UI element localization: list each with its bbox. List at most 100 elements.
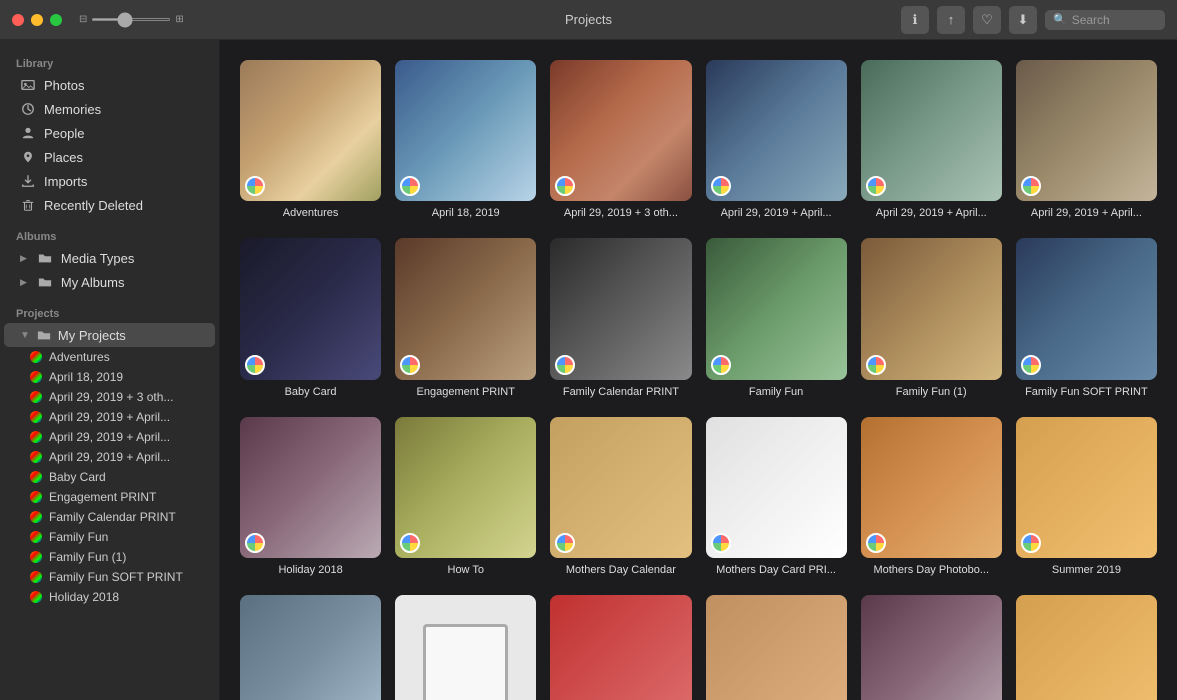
sidebar-item-imports[interactable]: Imports	[4, 169, 215, 193]
projects-section-label: Projects	[0, 302, 219, 323]
project-badge	[1021, 533, 1041, 553]
project-card[interactable]: April 29, 2019 + April...	[1016, 60, 1157, 220]
photos-label: Photos	[44, 78, 84, 93]
project-card[interactable]: Mothers Day Photobo...	[861, 417, 1002, 577]
project-badge	[400, 176, 420, 196]
project-card[interactable]: Mothers Day Calendar	[550, 417, 691, 577]
project-card[interactable]: Valentines day card (2)	[861, 595, 1002, 700]
sidebar-item-my-albums[interactable]: ▶ My Albums	[4, 270, 215, 294]
export-button[interactable]: ⬇	[1009, 6, 1037, 34]
project-card[interactable]: Mothers Day Card PRI...	[706, 417, 847, 577]
project-card-label: April 29, 2019 + April...	[1031, 206, 1142, 220]
project-card[interactable]: April 29, 2019 + 3 oth...	[550, 60, 691, 220]
project-dot	[30, 451, 42, 463]
project-thumbnail	[240, 595, 381, 700]
sidebar-project-item[interactable]: Engagement PRINT	[14, 487, 215, 507]
project-thumbnail	[240, 60, 381, 201]
project-dot	[30, 531, 42, 543]
project-card-label: Adventures	[283, 206, 339, 220]
project-item-label: Family Fun	[49, 530, 108, 544]
folder-icon	[37, 250, 53, 266]
close-button[interactable]	[12, 14, 24, 26]
sidebar-project-item[interactable]: Baby Card	[14, 467, 215, 487]
project-card[interactable]: April 29, 2019 + April...	[861, 60, 1002, 220]
project-card[interactable]: Family Fun SOFT PRINT	[1016, 238, 1157, 398]
zoom-out-icon: ⊟	[79, 14, 87, 25]
zoom-control: ⊟ ⊞	[79, 14, 184, 25]
minimize-button[interactable]	[31, 14, 43, 26]
share-button[interactable]: ↑	[937, 6, 965, 34]
project-dot	[30, 511, 42, 523]
project-card[interactable]: Family Fun	[706, 238, 847, 398]
project-badge	[245, 533, 265, 553]
project-card[interactable]: How To	[395, 417, 536, 577]
project-badge	[711, 533, 731, 553]
project-card[interactable]: Valentines day card P...	[1016, 595, 1157, 700]
project-card-label: Holiday 2018	[278, 563, 342, 577]
sidebar-project-item[interactable]: Family Fun (1)	[14, 547, 215, 567]
maximize-button[interactable]	[50, 14, 62, 26]
project-card[interactable]: Family Calendar PRINT	[550, 238, 691, 398]
project-card[interactable]: Summer 2019	[1016, 417, 1157, 577]
sidebar-item-places[interactable]: Places	[4, 145, 215, 169]
project-thumbnail	[1016, 60, 1157, 201]
memories-label: Memories	[44, 102, 101, 117]
places-icon	[20, 149, 36, 165]
project-card[interactable]: Valentine Calendar	[550, 595, 691, 700]
imports-icon	[20, 173, 36, 189]
search-input[interactable]	[1072, 13, 1152, 27]
project-thumbnail	[395, 238, 536, 379]
sidebar-item-photos[interactable]: Photos	[4, 73, 215, 97]
zoom-slider[interactable]	[91, 18, 171, 21]
project-card[interactable]: Baby Card	[240, 238, 381, 398]
project-thumbnail	[861, 238, 1002, 379]
project-thumbnail	[706, 238, 847, 379]
sidebar-item-media-types[interactable]: ▶ Media Types	[4, 246, 215, 270]
sidebar-project-item[interactable]: April 29, 2019 + 3 oth...	[14, 387, 215, 407]
sidebar-project-item[interactable]: Family Fun SOFT PRINT	[14, 567, 215, 587]
project-card[interactable]: Adventures	[240, 60, 381, 220]
project-card[interactable]: Engagement PRINT	[395, 238, 536, 398]
project-card[interactable]: April 29, 2019 + April...	[706, 60, 847, 220]
sidebar-project-item[interactable]: April 18, 2019	[14, 367, 215, 387]
main-layout: Library Photos Memories People Places	[0, 40, 1177, 700]
sidebar-project-item[interactable]: Adventures	[14, 347, 215, 367]
sidebar-item-recently-deleted[interactable]: Recently Deleted	[4, 193, 215, 217]
project-card-label: How To	[448, 563, 484, 577]
project-thumbnail	[706, 417, 847, 558]
project-item-label: Adventures	[49, 350, 110, 364]
album-folder-icon	[37, 274, 53, 290]
project-item-label: April 29, 2019 + 3 oth...	[49, 390, 173, 404]
sidebar-item-people[interactable]: People	[4, 121, 215, 145]
sidebar-project-item[interactable]: April 29, 2019 + April...	[14, 407, 215, 427]
project-badge	[555, 176, 575, 196]
project-card-label: April 29, 2019 + April...	[721, 206, 832, 220]
my-projects-header[interactable]: ▼ My Projects	[4, 323, 215, 347]
sidebar-project-item[interactable]: April 29, 2019 + April...	[14, 427, 215, 447]
info-button[interactable]: ℹ	[901, 6, 929, 34]
project-card[interactable]: Untitled Project	[240, 595, 381, 700]
project-dot	[30, 391, 42, 403]
project-thumbnail	[1016, 595, 1157, 700]
project-card-label: Mothers Day Photobo...	[873, 563, 989, 577]
project-thumbnail	[706, 60, 847, 201]
sidebar-project-item[interactable]: Family Calendar PRINT	[14, 507, 215, 527]
project-badge	[711, 355, 731, 375]
project-item-label: Holiday 2018	[49, 590, 119, 604]
project-card[interactable]: Untitled Project (1)	[395, 595, 536, 700]
project-thumbnail	[1016, 238, 1157, 379]
favorite-button[interactable]: ♡	[973, 6, 1001, 34]
project-card[interactable]: Valentine2	[706, 595, 847, 700]
project-thumbnail	[550, 238, 691, 379]
project-card[interactable]: April 18, 2019	[395, 60, 536, 220]
project-dot	[30, 351, 42, 363]
sidebar-project-item[interactable]: Family Fun	[14, 527, 215, 547]
sidebar-item-memories[interactable]: Memories	[4, 97, 215, 121]
projects-list: Adventures April 18, 2019 April 29, 2019 +…	[0, 347, 219, 607]
project-dot	[30, 591, 42, 603]
project-card[interactable]: Holiday 2018	[240, 417, 381, 577]
project-card[interactable]: Family Fun (1)	[861, 238, 1002, 398]
project-badge	[400, 533, 420, 553]
sidebar-project-item[interactable]: Holiday 2018	[14, 587, 215, 607]
sidebar-project-item[interactable]: April 29, 2019 + April...	[14, 447, 215, 467]
